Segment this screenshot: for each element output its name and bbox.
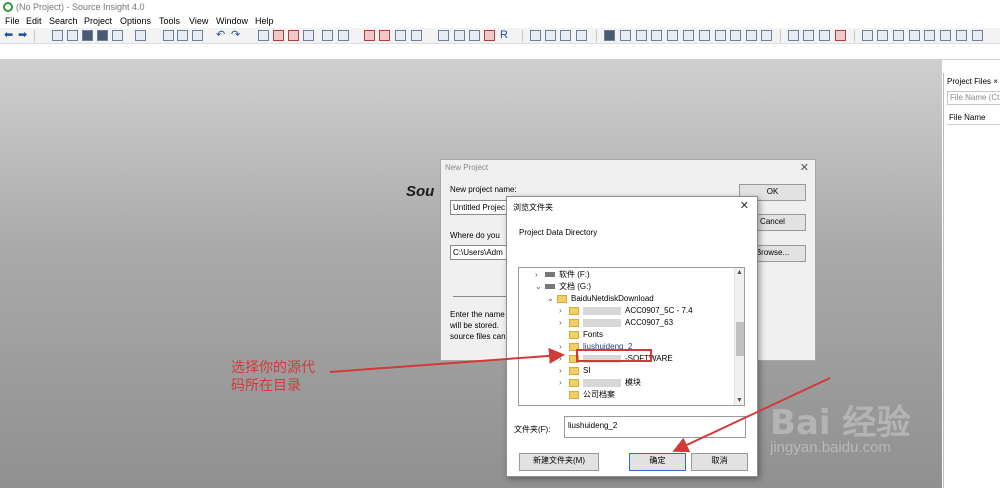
baidu-watermark: Bai 经验 jingyan.baidu.com [770,395,911,456]
watermark-logo: Bai 经验 [770,403,911,443]
watermark-url: jingyan.baidu.com [770,439,891,456]
annotation-text: 选择你的源代 码所在目录 [231,360,315,394]
